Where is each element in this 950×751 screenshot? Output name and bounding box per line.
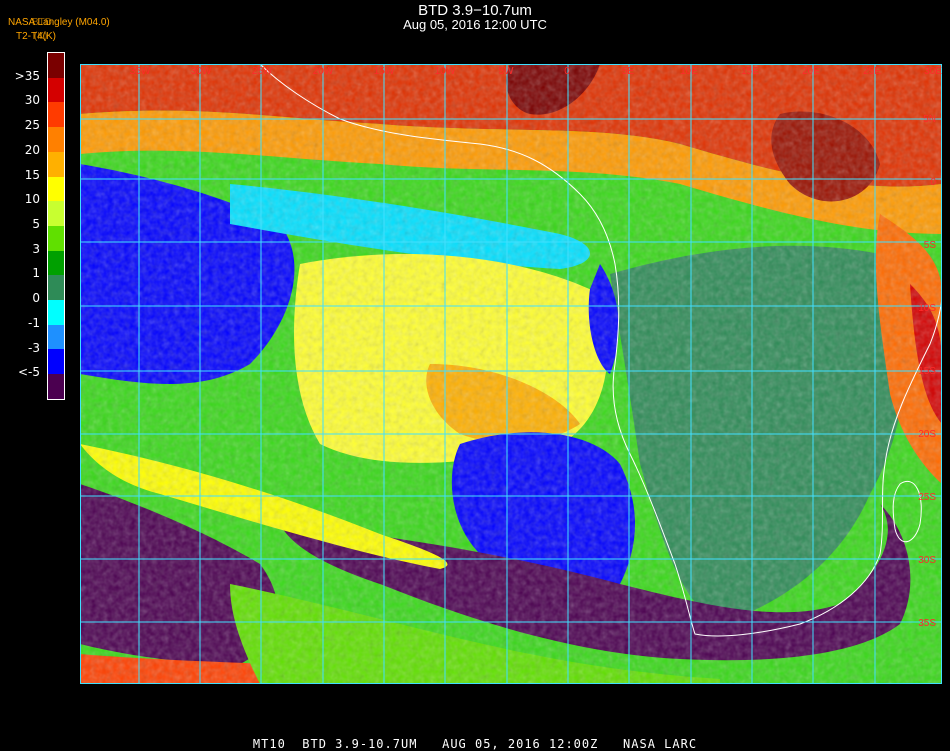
lat-label: 30S xyxy=(918,555,936,566)
legend-swatch xyxy=(48,300,64,325)
legend-label: 3 xyxy=(32,241,40,256)
lon-label: 35W xyxy=(130,66,151,77)
legend-swatch xyxy=(48,151,64,177)
color-legend xyxy=(47,52,65,400)
footer-caption: MT10 BTD 3.9-10.7UM AUG 05, 2016 12:00Z … xyxy=(252,737,698,751)
legend-swatch xyxy=(48,374,64,399)
legend-swatch xyxy=(48,349,64,375)
legend-label: 20 xyxy=(24,142,40,157)
legend-label: 10 xyxy=(24,192,40,207)
product-source: NASA Langley (M04.0) xyxy=(8,17,110,28)
lon-label: 15E xyxy=(741,66,759,77)
legend-swatch xyxy=(48,176,64,202)
satellite-map: 35W 30W 25W 20W 15W 10W 5W 0 5E 10E 15E 20E 25E 30E 35… xyxy=(80,64,942,684)
legend-label: 30 xyxy=(24,93,40,108)
lat-label: 25S xyxy=(918,492,936,503)
lat-label: 15S xyxy=(918,366,936,377)
lon-label: 30W xyxy=(191,66,212,77)
legend-label: 15 xyxy=(24,167,40,182)
product-overlay-label: BTD xyxy=(32,17,52,28)
legend-swatch xyxy=(48,250,64,276)
lat-label: 10S xyxy=(918,303,936,314)
lon-label: 15W xyxy=(374,66,395,77)
lon-label: 30E xyxy=(924,66,942,77)
lat-label: 35S xyxy=(918,618,936,629)
product-overlay-units: (K) xyxy=(34,31,48,42)
legend-swatch xyxy=(48,275,64,301)
lon-label: 0 xyxy=(564,66,570,77)
lon-label: 20E xyxy=(802,66,820,77)
legend-label: -3 xyxy=(28,340,40,355)
legend-label: 0 xyxy=(32,291,40,306)
lon-label: 10W xyxy=(435,66,456,77)
lon-label: 25E xyxy=(863,66,881,77)
map-datetime: Aug 05, 2016 12:00 UTC xyxy=(403,17,547,32)
legend-swatch xyxy=(48,201,64,226)
legend-swatch xyxy=(48,324,64,350)
lat-label: 5S xyxy=(924,240,937,251)
legend-swatch xyxy=(48,127,64,152)
lon-label: 25W xyxy=(252,66,273,77)
lat-label: 5N xyxy=(923,114,936,125)
lon-label: 10E xyxy=(680,66,698,77)
lon-label: 20W xyxy=(313,66,334,77)
legend-label: <-5 xyxy=(17,365,40,380)
lon-label: 5W xyxy=(499,66,515,77)
legend-swatch xyxy=(48,102,64,128)
legend-swatch xyxy=(48,225,64,251)
legend-label: 1 xyxy=(32,266,40,281)
lat-label: 0 xyxy=(930,177,936,188)
lat-label: 20S xyxy=(918,429,936,440)
legend-swatch xyxy=(48,77,64,103)
legend-label: 5 xyxy=(32,217,40,231)
legend-label: 25 xyxy=(24,118,40,133)
legend-label: >35 xyxy=(14,68,40,83)
legend-label: -1 xyxy=(28,315,40,330)
legend-swatch xyxy=(48,53,64,78)
lon-label: 5E xyxy=(622,66,635,77)
